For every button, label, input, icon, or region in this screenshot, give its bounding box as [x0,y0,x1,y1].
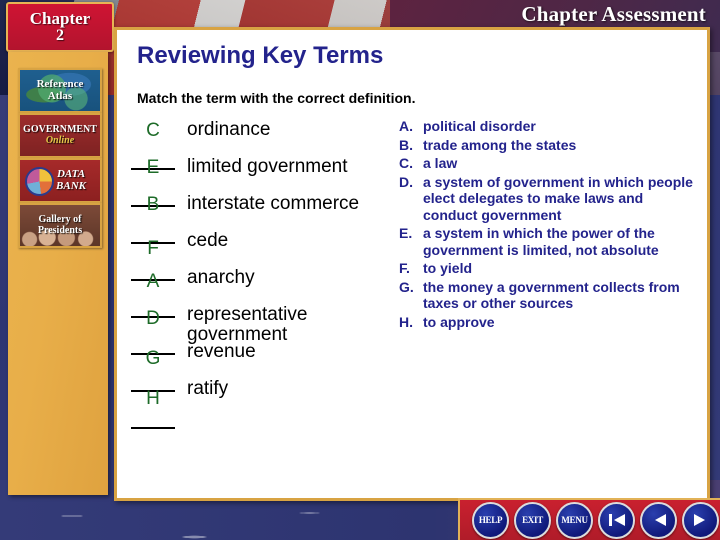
sidebar-item-label: Gallery of Presidents [37,214,83,236]
term-label: representative government [187,304,308,345]
definition-row: D. a system of government in which people… [399,174,699,224]
definition-letter: C. [399,155,413,172]
answer-letter-3: B [146,194,160,215]
answer-letter-2: E [146,157,160,178]
chapter-badge: Chapter 2 [6,2,114,52]
definition-letter: D. [399,173,413,190]
definition-row: H. to approve [399,314,699,331]
sidebar: Reference Atlas GOVERNMENT Online DATA B… [8,52,108,495]
sidebar-item-label: Reference Atlas [36,77,84,102]
definition-text: political disorder [423,118,536,134]
term-label: interstate commerce [187,193,360,214]
term-label: revenue [187,341,256,362]
back-arrow-icon [654,514,666,526]
chapter-number: 2 [56,26,64,44]
definition-letter: H. [399,313,413,330]
definition-row: A. political disorder [399,118,699,135]
first-arrow-icon [608,514,625,526]
chapter-word: Chapter [29,9,91,29]
menu-button[interactable]: MENU [556,501,593,539]
term-label: anarchy [187,267,255,288]
nav-button-label: MENU [561,515,588,525]
answer-letter-8: H [146,388,160,409]
definition-letter: F. [399,260,410,277]
definition-text: a system in which the power of the gover… [423,225,659,258]
sidebar-item-label: GOVERNMENT Online [23,124,97,146]
definition-row: B. trade among the states [399,137,699,154]
content-panel: Reviewing Key Terms Match the term with … [114,27,710,501]
pie-chart-icon [25,167,54,196]
definition-text: to approve [423,313,495,330]
nav-button-label: EXIT [522,515,543,525]
first-slide-button[interactable] [598,501,635,539]
sidebar-item-label: DATA BANK [56,167,86,192]
sidebar-item-data-bank[interactable]: DATA BANK [18,158,102,203]
term-label: ordinance [187,119,271,140]
sidebar-item-gallery-of-presidents[interactable]: Gallery of Presidents [18,203,102,248]
data-line2: BANK [56,179,86,192]
definition-letter: E. [399,225,413,242]
definition-row: F. to yield [399,260,699,277]
data-line1: DATA [56,167,86,180]
definition-letter: B. [399,136,413,153]
atlas-line2: Atlas [47,89,73,102]
definition-letter: G. [399,278,414,295]
term-label: ratify [187,378,229,399]
definition-letter: A. [399,118,413,134]
pres-line2: Presidents [37,224,83,236]
gov-line2: Online [45,134,75,146]
definitions-list: A. political disorder B. trade among the st… [399,118,699,332]
atlas-line1: Reference [36,77,84,90]
nav-button-label: HELP [478,515,503,525]
definition-text: trade among the states [423,136,577,153]
pres-line1: Gallery of [38,214,82,225]
term-label: limited government [187,156,348,177]
exit-button[interactable]: EXIT [514,501,551,539]
page-title: Reviewing Key Terms [137,42,384,69]
answer-letter-5: A [146,271,160,292]
definition-row: E. a system in which the power of the gov… [399,225,699,258]
navigation-bar: HELP EXIT MENU [458,498,720,540]
gov-line1: GOVERNMENT [23,124,97,135]
help-button[interactable]: HELP [472,501,509,539]
answer-letter-7: G [145,348,161,369]
sidebar-item-reference-atlas[interactable]: Reference Atlas [18,68,102,113]
instruction-text: Match the term with the correct definiti… [137,90,416,106]
sidebar-item-government-online[interactable]: GOVERNMENT Online [18,113,102,158]
assessment-title: Chapter Assessment [521,2,706,26]
answer-letter-6: D [146,308,160,329]
definition-row: G. the money a government collects from t… [399,279,699,312]
definition-text: the money a government collects from tax… [423,278,680,312]
next-slide-button[interactable] [682,501,719,539]
definition-row: C. a law [399,155,699,172]
definition-text: a law [423,155,458,172]
term-label: cede [187,230,229,251]
definition-text: a system of government in which people e… [423,173,693,223]
answer-letter-1: C [146,120,160,141]
definition-text: to yield [423,260,473,277]
previous-slide-button[interactable] [640,501,677,539]
forward-arrow-icon [693,514,705,526]
answer-letter-4: F [147,238,159,259]
